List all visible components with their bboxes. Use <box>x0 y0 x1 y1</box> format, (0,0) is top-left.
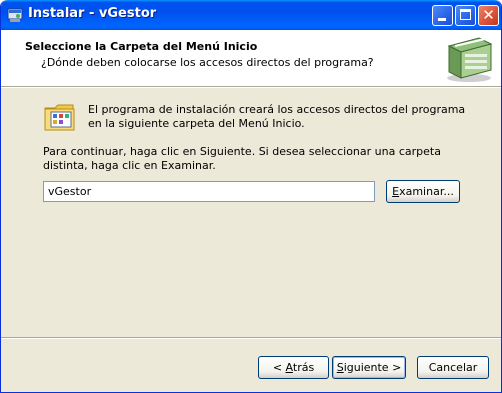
window-title: Instalar - vGestor <box>28 6 157 21</box>
cancel-button[interactable]: Cancelar <box>417 356 489 379</box>
page-subtitle: ¿Dónde deben colocarse los accesos direc… <box>41 56 374 69</box>
next-accel: S <box>336 360 344 374</box>
header-divider <box>1 86 501 88</box>
minimize-button[interactable] <box>432 5 453 26</box>
back-button[interactable]: < Atrás <box>258 356 329 379</box>
installer-window: Instalar - vGestor ✕ Seleccione la Carpe… <box>0 0 502 393</box>
title-bar[interactable]: Instalar - vGestor ✕ <box>1 0 501 30</box>
browse-button[interactable]: Examinar... <box>386 180 460 203</box>
maximize-icon <box>460 9 471 20</box>
footer-divider <box>1 337 501 339</box>
back-label: trás <box>292 360 315 374</box>
maximize-button[interactable] <box>455 5 476 26</box>
start-menu-folder-input[interactable] <box>43 181 375 202</box>
start-menu-folder-icon <box>44 104 75 131</box>
close-icon: ✕ <box>482 6 495 24</box>
info-text: El programa de instalación creará los ac… <box>88 103 466 130</box>
wizard-box-image <box>447 37 493 82</box>
close-button[interactable]: ✕ <box>478 5 499 26</box>
minimize-icon <box>438 18 446 21</box>
browse-label: xaminar... <box>399 184 454 198</box>
installer-icon <box>7 8 23 22</box>
back-accel: A <box>285 360 293 374</box>
page-title: Seleccione la Carpeta del Menú Inicio <box>25 40 258 53</box>
next-button[interactable]: Siguiente > <box>332 356 406 379</box>
instructions-text: Para continuar, haga clic en Siguiente. … <box>43 145 441 172</box>
back-prefix: < <box>272 360 286 374</box>
next-label: iguiente > <box>343 360 402 374</box>
wizard-header: Seleccione la Carpeta del Menú Inicio ¿D… <box>1 30 501 86</box>
